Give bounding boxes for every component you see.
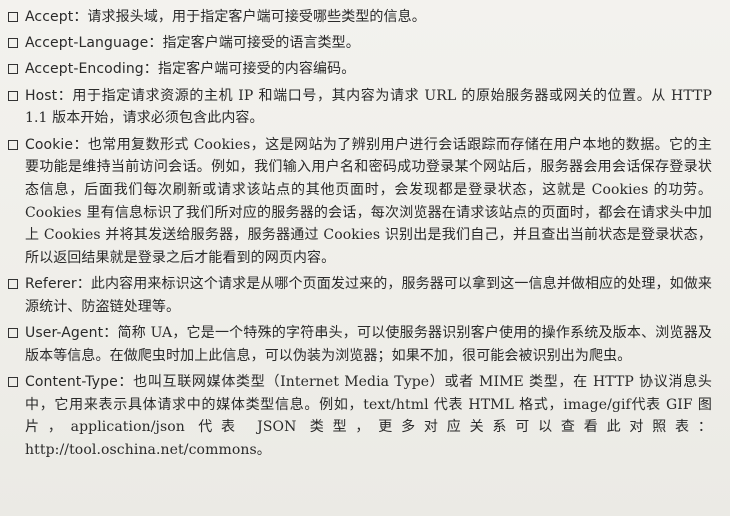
term-label: Accept-Encoding [25,61,144,78]
term-label: Accept [25,9,74,25]
term-description: ：用于指定请求资源的主机 IP 和端口号，其内容为请求 URL 的原始服务器或网… [25,87,712,127]
list-item-accept-encoding: Accept-Encoding：指定客户端可接受的内容编码。 [8,58,712,81]
term-label: Referer [25,276,77,293]
checkbox-bullet-icon [8,90,18,101]
list-item-accept-language: Accept-Language：指定客户端可接受的语言类型。 [8,32,712,55]
list-item-referer: Referer：此内容用来标识这个请求是从哪个页面发过来的，服务器可以拿到这一信… [8,273,712,318]
term-description: ：也常用复数形式 Cookies，这是网站为了辨别用户进行会话跟踪而存储在用户本… [25,136,712,267]
checkbox-bullet-icon [8,38,18,49]
term-description: ：简称 UA，它是一个特殊的字符串头，可以使服务器识别客户使用的操作系统及版本、… [25,325,712,364]
header-field-list: Accept：请求报头域，用于指定客户端可接受哪些类型的信息。 Accept-L… [0,0,730,465]
list-item-content-type: Content-Type：也叫互联网媒体类型（Internet Media Ty… [8,371,712,462]
term-description: ：请求报头域，用于指定客户端可接受哪些类型的信息。 [73,9,426,25]
term-label: Cookie [25,136,74,153]
checkbox-bullet-icon [8,279,18,290]
document-page: Accept：请求报头域，用于指定客户端可接受哪些类型的信息。 Accept-L… [0,0,730,516]
checkbox-bullet-icon [8,377,18,388]
checkbox-bullet-icon [8,328,18,339]
term-label: Accept-Language [25,35,149,52]
list-item-host: Host：用于指定请求资源的主机 IP 和端口号，其内容为请求 URL 的原始服… [8,85,712,130]
list-item-cookie: Cookie：也常用复数形式 Cookies，这是网站为了辨别用户进行会话跟踪而… [8,134,712,270]
list-item-user-agent: User-Agent：简称 UA，它是一个特殊的字符串头，可以使服务器识别客户使… [8,322,712,367]
checkbox-bullet-icon [8,12,18,22]
checkbox-bullet-icon [8,139,18,150]
term-label: Content-Type [25,374,118,391]
term-label: Host [25,87,58,104]
term-description: ：指定客户端可接受的语言类型。 [148,35,360,52]
term-description: ：指定客户端可接受的内容编码。 [143,61,356,78]
list-item-accept: Accept：请求报头域，用于指定客户端可接受哪些类型的信息。 [8,6,712,29]
term-description: ：也叫互联网媒体类型（Internet Media Type）或者 MIME 类… [25,374,712,459]
term-description: ：此内容用来标识这个请求是从哪个页面发过来的，服务器可以拿到这一信息并做相应的处… [25,276,712,315]
term-label: User-Agent [25,325,104,342]
checkbox-bullet-icon [8,64,18,75]
